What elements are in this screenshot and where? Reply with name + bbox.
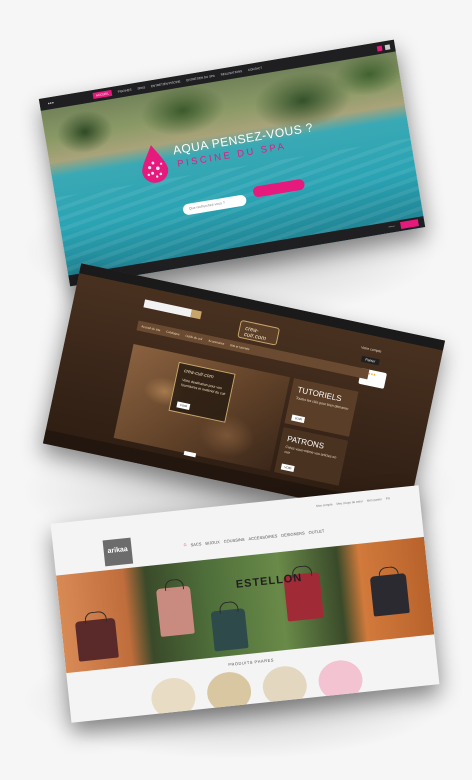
cuir-menu-item[interactable]: Catalogue: [166, 330, 180, 337]
cuir-hero-text: Votre destination pour vos fournitures e…: [180, 377, 226, 396]
nav-item-spas[interactable]: SPAS: [137, 85, 145, 90]
nav-item-entretien-piscine[interactable]: ENTRETIEN PISCINE: [151, 79, 181, 88]
arikaa-menu-item[interactable]: SACS: [190, 541, 201, 547]
cuir-logo-text: crea-cuir.com: [243, 325, 267, 343]
arikaa-menu-item[interactable]: DESIGNERS: [281, 530, 305, 537]
arikaa-top-link[interactable]: Mes coups de cœur: [336, 499, 363, 506]
aqua-bottom-button[interactable]: [400, 219, 419, 229]
nav-item-entretien-spa[interactable]: ENTRETIEN DU SPA: [186, 74, 215, 83]
cuir-hero-card: crea-cuir.com Votre destination pour vos…: [168, 361, 236, 423]
nav-item-accueil[interactable]: ACCUEIL: [92, 89, 113, 99]
email-icon[interactable]: [384, 43, 391, 50]
home-icon[interactable]: ⌂: [183, 542, 187, 548]
arikaa-top-link[interactable]: FR: [386, 496, 390, 500]
arikaa-website-screenshot: Mon compte Mes coups de cœur Mon panier …: [50, 485, 440, 723]
nav-item-contact[interactable]: CONTACT: [248, 66, 263, 72]
arikaa-top-link[interactable]: Mon panier: [367, 497, 382, 503]
bag-image: [210, 608, 249, 652]
cuir-patrons-box[interactable]: PATRONS Créez vous-même vos articles en …: [274, 426, 349, 486]
arikaa-top-links: Mon compte Mes coups de cœur Mon panier …: [316, 496, 390, 508]
social-icons: [376, 43, 396, 51]
cuir-patrons-button[interactable]: VOIR: [280, 463, 296, 473]
arikaa-menu-item[interactable]: COUSSINS: [223, 536, 244, 543]
water-drop-logo-icon: [142, 145, 169, 183]
aqua-bottom-text: ••••••: [388, 224, 395, 230]
arikaa-menu-item[interactable]: OUTLET: [308, 528, 324, 535]
arikaa-menu-item[interactable]: BIJOUX: [205, 539, 220, 545]
arikaa-main-menu: ⌂ SACS BIJOUX COUSSINS ACCESSOIRES DESIG…: [183, 527, 324, 548]
cuir-tutoriels-box[interactable]: TUTORIELS Toutes les clés pour bien déma…: [284, 378, 359, 437]
bag-image: [155, 585, 195, 637]
cuir-search-button[interactable]: [190, 309, 202, 320]
arikaa-logo[interactable]: arikaa: [102, 537, 134, 567]
arikaa-top-link[interactable]: Mon compte: [316, 502, 333, 508]
cuir-hero-button[interactable]: VOIR: [176, 401, 191, 411]
arikaa-menu-item[interactable]: ACCESSOIRES: [248, 533, 277, 541]
cuir-account-link[interactable]: Votre compte: [361, 345, 382, 353]
facebook-icon[interactable]: [376, 45, 383, 51]
aqua-nav-logo[interactable]: ●●●: [47, 95, 87, 106]
cuir-search-input[interactable]: [143, 299, 193, 318]
cuir-menu-item[interactable]: Accessoires: [208, 339, 225, 346]
cuir-logo[interactable]: crea-cuir.com: [237, 319, 281, 346]
nav-item-piscines[interactable]: PISCINES: [117, 88, 131, 94]
cuir-cart-button[interactable]: Panier: [360, 355, 380, 366]
bag-image: [74, 617, 119, 662]
cuir-menu-item[interactable]: Outils du cuir: [185, 334, 203, 342]
nav-item-realisations[interactable]: REALISATIONS: [220, 69, 242, 77]
cuir-menu-item[interactable]: Accueil du site: [141, 324, 161, 332]
cuir-menu-item[interactable]: Kits et tutoriels: [230, 343, 250, 351]
cuir-tutoriels-button[interactable]: VOIR: [291, 414, 306, 424]
bag-image: [369, 573, 410, 617]
